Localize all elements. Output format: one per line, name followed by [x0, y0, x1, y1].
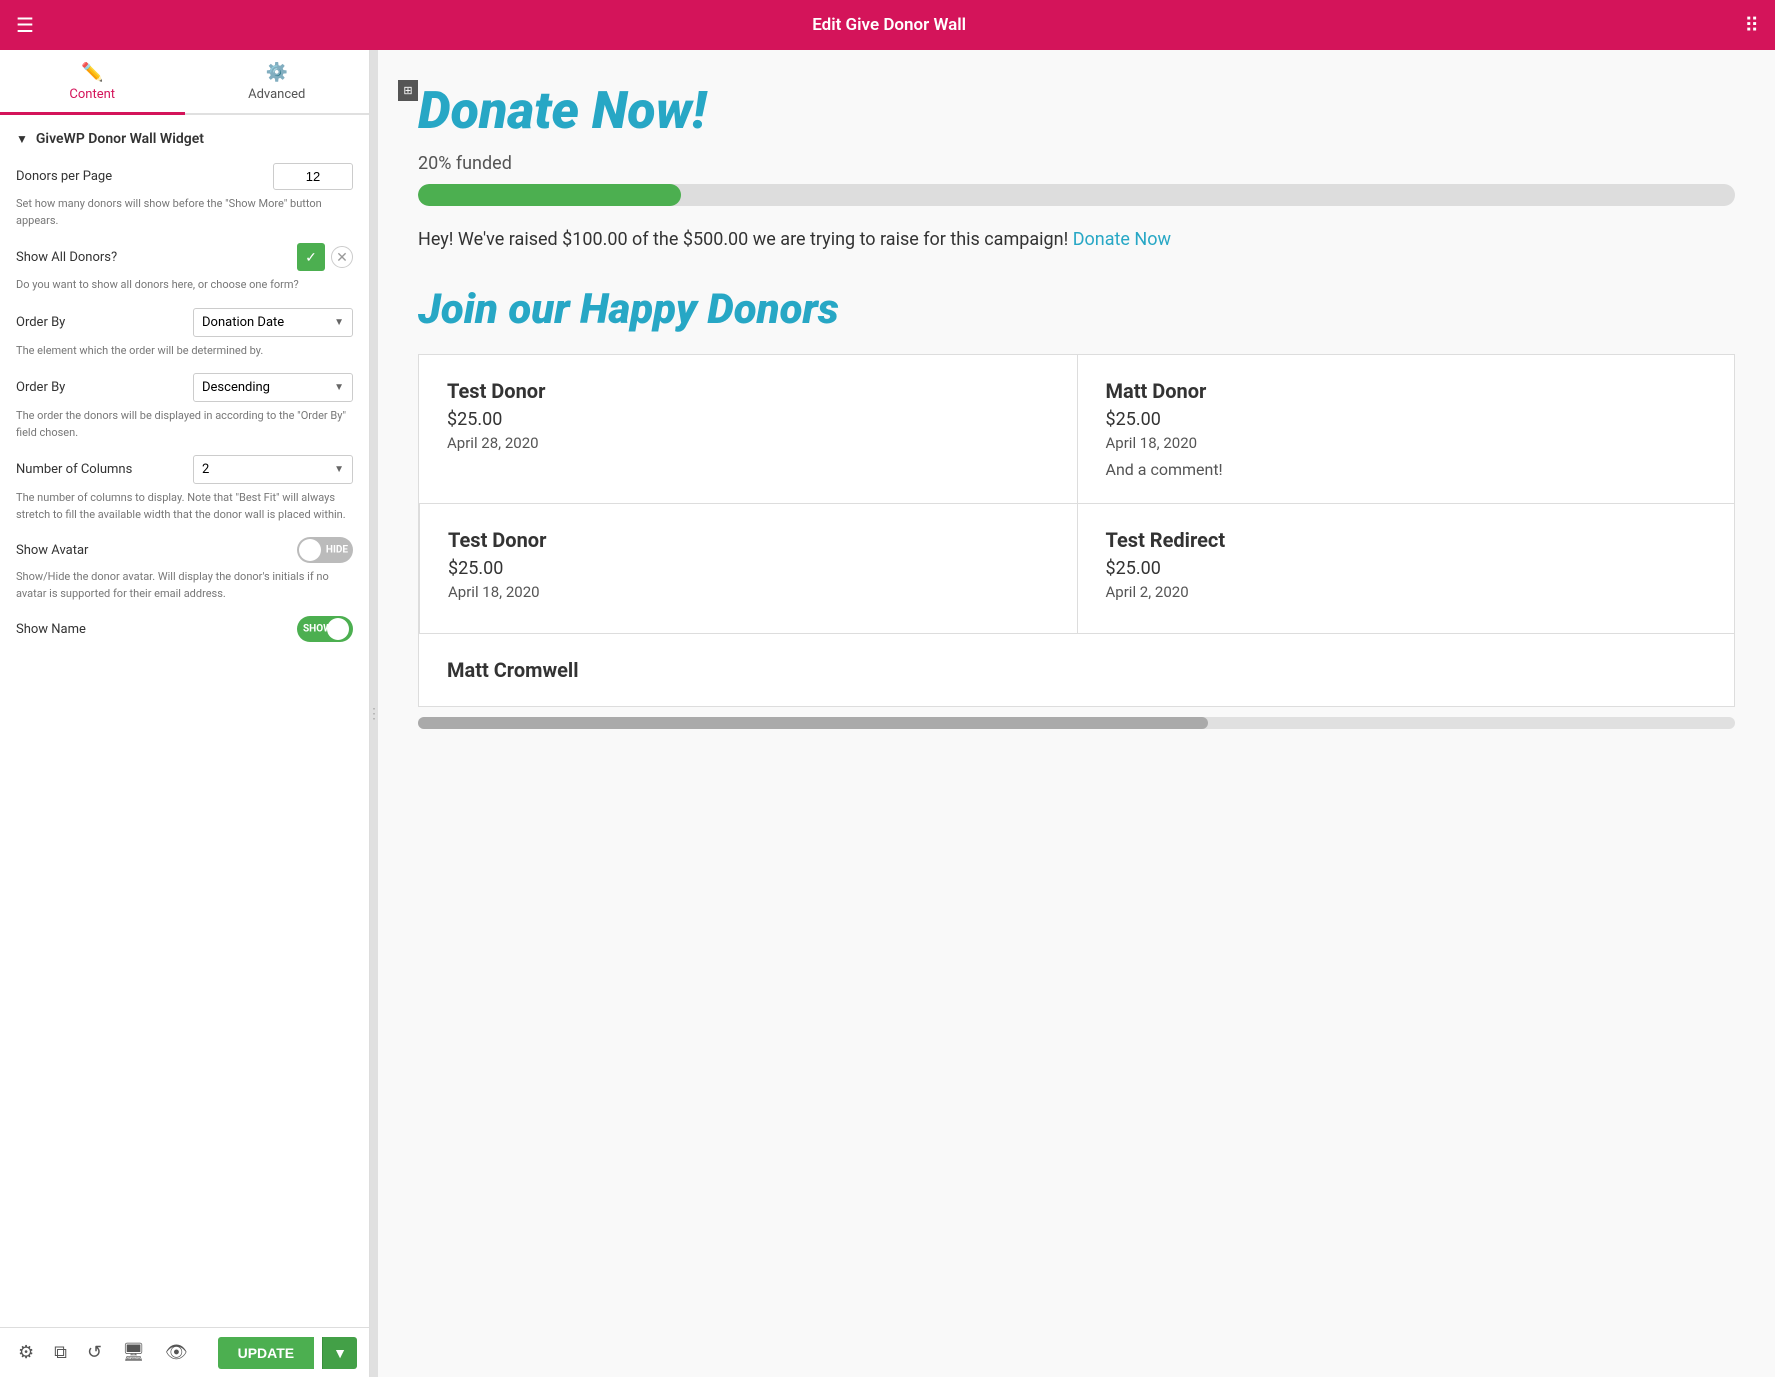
order-by-1-value: Donation Date — [202, 315, 284, 330]
show-avatar-label: Show Avatar — [16, 543, 88, 558]
order-by-1-hint: The element which the order will be dete… — [16, 343, 353, 360]
donor-amount-3: $25.00 — [448, 558, 1049, 579]
progress-bar-fill — [418, 184, 681, 206]
horizontal-scrollbar[interactable] — [418, 717, 1735, 729]
donor-date-3: April 18, 2020 — [448, 583, 1049, 601]
donor-date-1: April 28, 2020 — [447, 434, 1049, 452]
donor-date-2: April 18, 2020 — [1106, 434, 1707, 452]
campaign-text: Hey! We've raised $100.00 of the $500.00… — [418, 226, 1735, 255]
order-by-1-label: Order By — [16, 315, 65, 330]
num-columns-value: 2 — [202, 462, 209, 477]
tabs: ✏️ Content ⚙️ Advanced — [0, 50, 369, 115]
history-icon[interactable]: ↺ — [81, 1336, 108, 1369]
eye-icon[interactable]: 👁 — [159, 1336, 194, 1369]
show-all-donors-row: Show All Donors? ✓ ✕ — [16, 243, 353, 271]
join-title: Join our Happy Donors — [418, 285, 1735, 334]
grid-icon[interactable]: ⠿ — [1744, 13, 1759, 37]
show-avatar-toggle[interactable]: HIDE — [297, 537, 353, 563]
bottom-toolbar: ⚙ ⧉ ↺ 🖥 👁 UPDATE ▼ — [0, 1327, 369, 1377]
gear-icon: ⚙️ — [266, 62, 288, 83]
show-all-donors-hint: Do you want to show all donors here, or … — [16, 277, 353, 294]
panel-content: ▼ GiveWP Donor Wall Widget Donors per Pa… — [0, 115, 369, 1327]
page-title: Edit Give Donor Wall — [812, 15, 966, 35]
show-all-donors-clear[interactable]: ✕ — [331, 246, 353, 268]
num-columns-select[interactable]: 2 ▼ — [193, 455, 353, 484]
tab-advanced-label: Advanced — [248, 87, 305, 102]
chevron-down-icon-3: ▼ — [334, 464, 344, 475]
donate-now-title: Donate Now! — [418, 80, 1735, 141]
toggle-hide-label: HIDE — [326, 545, 348, 556]
hamburger-icon[interactable]: ☰ — [16, 13, 34, 37]
show-name-toggle[interactable]: SHOW — [297, 616, 353, 642]
donor-name-1: Test Donor — [447, 379, 1049, 403]
donors-per-page-hint: Set how many donors will show before the… — [16, 196, 353, 229]
donor-name-3: Test Donor — [448, 528, 1049, 552]
collapse-arrow[interactable]: ▼ — [16, 132, 28, 146]
donor-name-2: Matt Donor — [1106, 379, 1707, 403]
section-title: GiveWP Donor Wall Widget — [36, 131, 204, 147]
partial-donor-card: Matt Cromwell — [418, 634, 1735, 707]
pencil-icon: ✏️ — [81, 62, 103, 83]
order-by-2-hint: The order the donors will be displayed i… — [16, 408, 353, 441]
block-handle[interactable]: ⊞ — [398, 80, 418, 101]
donor-card-2: Matt Donor $25.00 April 18, 2020 And a c… — [1077, 355, 1735, 503]
show-name-toggle-container: SHOW — [297, 616, 353, 642]
donor-date-4: April 2, 2020 — [1106, 583, 1707, 601]
show-avatar-toggle-container: HIDE — [297, 537, 353, 563]
show-avatar-row: Show Avatar HIDE — [16, 537, 353, 563]
main-layout: ✏️ Content ⚙️ Advanced ▼ GiveWP Donor Wa… — [0, 50, 1775, 1377]
top-bar: ☰ Edit Give Donor Wall ⠿ — [0, 0, 1775, 50]
donor-grid: Test Donor $25.00 April 28, 2020 Matt Do… — [418, 354, 1735, 634]
order-by-2-select[interactable]: Descending ▼ — [193, 373, 353, 402]
donor-amount-4: $25.00 — [1106, 558, 1707, 579]
resize-handle[interactable]: ⋮ — [370, 50, 378, 1377]
right-panel: ⊞ Donate Now! 20% funded Hey! We've rais… — [378, 50, 1775, 1377]
show-avatar-hint: Show/Hide the donor avatar. Will display… — [16, 569, 353, 602]
show-name-row: Show Name SHOW — [16, 616, 353, 642]
progress-bar — [418, 184, 1735, 206]
donor-card-4: Test Redirect $25.00 April 2, 2020 — [1077, 503, 1735, 633]
order-by-1-select[interactable]: Donation Date ▼ — [193, 308, 353, 337]
donor-card-1: Test Donor $25.00 April 28, 2020 — [419, 355, 1077, 503]
num-columns-label: Number of Columns — [16, 462, 132, 477]
left-panel: ✏️ Content ⚙️ Advanced ▼ GiveWP Donor Wa… — [0, 50, 370, 1377]
update-arrow-button[interactable]: ▼ — [322, 1337, 357, 1369]
donor-amount-1: $25.00 — [447, 409, 1049, 430]
section-header: ▼ GiveWP Donor Wall Widget — [16, 131, 353, 147]
tab-advanced[interactable]: ⚙️ Advanced — [185, 50, 370, 115]
donor-card-3: Test Donor $25.00 April 18, 2020 — [419, 503, 1077, 633]
toggle-show-label: SHOW — [303, 624, 332, 635]
num-columns-row: Number of Columns 2 ▼ — [16, 455, 353, 484]
donor-amount-2: $25.00 — [1106, 409, 1707, 430]
donor-comment-2: And a comment! — [1106, 460, 1707, 479]
show-all-donors-checked[interactable]: ✓ — [297, 243, 325, 271]
show-name-label: Show Name — [16, 622, 86, 637]
order-by-1-row: Order By Donation Date ▼ — [16, 308, 353, 337]
order-by-2-row: Order By Descending ▼ — [16, 373, 353, 402]
donors-per-page-row: Donors per Page — [16, 163, 353, 190]
order-by-2-label: Order By — [16, 380, 65, 395]
donor-name-4: Test Redirect — [1106, 528, 1707, 552]
campaign-text-content: Hey! We've raised $100.00 of the $500.00… — [418, 229, 1068, 250]
show-all-donors-controls: ✓ ✕ — [297, 243, 353, 271]
donors-per-page-input[interactable] — [273, 163, 353, 190]
tab-content-label: Content — [69, 87, 115, 102]
settings-icon[interactable]: ⚙ — [12, 1336, 40, 1369]
toggle-thumb — [299, 539, 321, 561]
order-by-2-value: Descending — [202, 380, 270, 395]
num-columns-hint: The number of columns to display. Note t… — [16, 490, 353, 523]
desktop-icon[interactable]: 🖥 — [116, 1336, 151, 1369]
update-button[interactable]: UPDATE — [218, 1337, 315, 1369]
donors-per-page-label: Donors per Page — [16, 169, 112, 184]
show-all-donors-label: Show All Donors? — [16, 250, 117, 265]
donate-now-link[interactable]: Donate Now — [1073, 229, 1171, 250]
partial-donor-name: Matt Cromwell — [447, 658, 1706, 682]
funded-text: 20% funded — [418, 153, 1735, 174]
chevron-down-icon: ▼ — [334, 317, 344, 328]
tab-content[interactable]: ✏️ Content — [0, 50, 185, 115]
scrollbar-thumb[interactable] — [418, 717, 1208, 729]
layers-icon[interactable]: ⧉ — [48, 1336, 73, 1369]
chevron-down-icon-2: ▼ — [334, 382, 344, 393]
